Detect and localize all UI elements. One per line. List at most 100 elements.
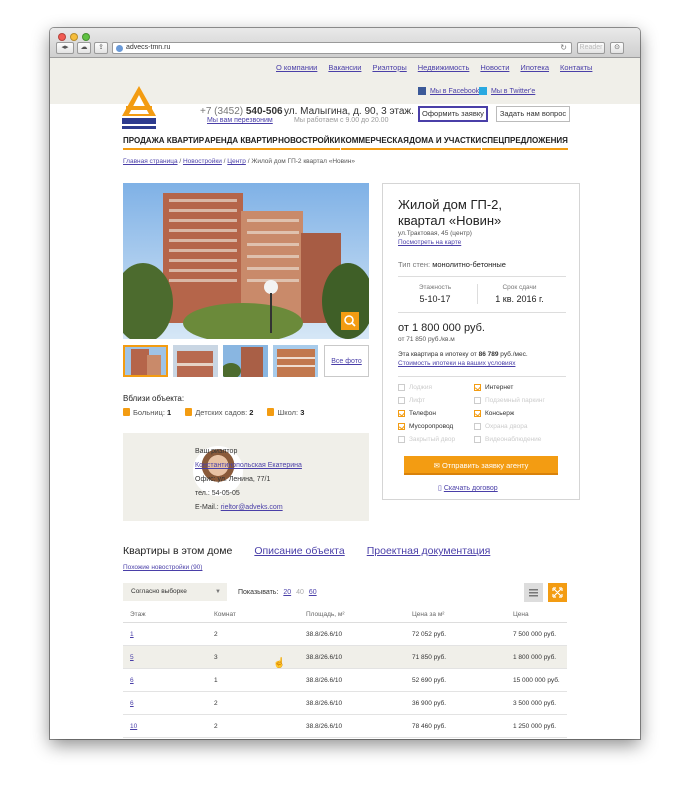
- table-row[interactable]: 6 1 38.8/26.6/10 52 690 руб. 15 000 000 …: [123, 669, 567, 692]
- twitter-icon: [479, 87, 487, 95]
- address-bar[interactable]: advecs-tmn.ru ↻: [112, 42, 572, 54]
- download-contract-link[interactable]: Скачать договор: [444, 485, 498, 492]
- realtor-heading: Ваш риэлтор: [195, 448, 238, 455]
- mortgage-calc-link[interactable]: Стоимость ипотеки на ваших условиях: [398, 360, 515, 367]
- col-floor[interactable]: Этаж: [123, 609, 214, 622]
- nav-realty-link[interactable]: Недвижимость: [418, 63, 470, 72]
- browser-toolbar: ◂▸ ☁ ⇪ advecs-tmn.ru ↻ Reader ⊙: [50, 28, 640, 58]
- realtor-email-link[interactable]: rieltor@adveks.com: [221, 504, 283, 511]
- nav-realtors-link[interactable]: Риэлторы: [372, 63, 406, 72]
- minimize-window-button[interactable]: [70, 33, 78, 41]
- price-cell: 1 250 000 руб.: [513, 722, 557, 730]
- main-building-photo[interactable]: [123, 183, 369, 339]
- table-row[interactable]: 5 3 38.8/26.6/10 71 850 руб. 1 800 000 р…: [123, 646, 567, 669]
- schools-label: Школ:: [277, 408, 299, 417]
- sort-select[interactable]: Согласно выборке ▼: [123, 583, 227, 601]
- mainnav-sale[interactable]: ПРОДАЖА КВАРТИР: [123, 136, 205, 150]
- reload-icon[interactable]: ↻: [560, 43, 567, 52]
- mainnav-special[interactable]: СПЕЦПРЕДЛОЖЕНИЯ: [481, 136, 568, 150]
- tab-description[interactable]: Описание объекта: [254, 545, 344, 557]
- nav-about-link[interactable]: О компании: [276, 63, 317, 72]
- walls-type: Тип стен: монолитно-бетонные: [398, 260, 506, 269]
- page-size-20[interactable]: 20: [283, 589, 291, 596]
- floor-link[interactable]: 10: [130, 723, 137, 730]
- twitter-label[interactable]: Мы в Twitter'e: [491, 88, 535, 95]
- tab-apartments[interactable]: Квартиры в этом доме: [123, 545, 232, 557]
- download-icon[interactable]: ⊙: [610, 42, 624, 54]
- cloud-icon[interactable]: ☁: [77, 42, 91, 54]
- page-size-60[interactable]: 60: [309, 589, 317, 596]
- rooms-cell: 2: [214, 630, 218, 638]
- nav-mortgage-link[interactable]: Ипотека: [520, 63, 549, 72]
- twitter-link[interactable]: Мы в Twitter'e: [479, 87, 535, 95]
- table-row[interactable]: 1 2 38.8/26.6/10 72 052 руб. 7 500 000 р…: [123, 623, 567, 646]
- similar-newbuilds-link[interactable]: Похожие новостройки (90): [123, 564, 202, 571]
- maximize-window-button[interactable]: [82, 33, 90, 41]
- nav-jobs-link[interactable]: Вакансии: [328, 63, 361, 72]
- reader-button[interactable]: Reader: [577, 42, 605, 54]
- feature-label: Видеонаблюдение: [485, 436, 542, 443]
- ask-question-button[interactable]: Задать нам вопрос: [496, 106, 570, 122]
- list-view-button[interactable]: [524, 583, 543, 602]
- grid-view-button[interactable]: [548, 583, 567, 602]
- floor-link[interactable]: 6: [130, 677, 134, 684]
- tab-docs[interactable]: Проектная документация: [367, 545, 491, 557]
- mainnav-newbuild[interactable]: НОВОСТРОЙКИ: [278, 136, 341, 150]
- thumbnail-3[interactable]: [223, 345, 268, 377]
- feature-elevator: Лифт: [398, 396, 474, 405]
- deadline-value: 1 кв. 2016 г.: [495, 294, 544, 304]
- zoom-photo-button[interactable]: [341, 312, 359, 330]
- checkbox-icon: [474, 436, 481, 443]
- breadcrumb-newbuild[interactable]: Новостройки: [183, 158, 222, 165]
- baby-bottle-icon: [185, 408, 193, 416]
- nearby-kindergartens: Детских садов: 2: [185, 408, 253, 417]
- price-m2-cell: 36 900 руб.: [412, 699, 447, 707]
- feature-parking: Подземный паркинг: [474, 396, 574, 405]
- thumbnail-4[interactable]: [273, 345, 318, 377]
- area-cell: 38.8/26.6/10: [306, 653, 343, 661]
- table-row[interactable]: 6 2 38.8/26.6/10 36 900 руб. 3 500 000 р…: [123, 692, 567, 715]
- checkbox-icon: [398, 436, 405, 443]
- col-price[interactable]: Цена: [513, 609, 567, 622]
- realtor-name-link[interactable]: Константинопольская Екатерина: [195, 462, 302, 469]
- table-row[interactable]: 10 2 38.8/26.6/10 78 460 руб. 1 250 000 …: [123, 715, 567, 738]
- back-forward-icon[interactable]: ◂▸: [56, 42, 74, 54]
- breadcrumb-home[interactable]: Главная страница: [123, 158, 178, 165]
- feature-label: Охрана двора: [485, 423, 528, 430]
- thumbnail-2[interactable]: [173, 345, 218, 377]
- facebook-link[interactable]: Мы в Facebook'e: [418, 87, 484, 95]
- floor-link[interactable]: 1: [130, 631, 134, 638]
- col-price-m2[interactable]: Цена за м²: [412, 609, 513, 622]
- order-request-button[interactable]: Оформить заявку: [418, 106, 488, 122]
- all-photos-link[interactable]: Все фото: [324, 345, 369, 377]
- page-size-40[interactable]: 40: [296, 589, 304, 596]
- nav-news-link[interactable]: Новости: [480, 63, 509, 72]
- floor-link[interactable]: 6: [130, 700, 134, 707]
- col-rooms[interactable]: Комнат: [214, 609, 306, 622]
- mortgage-text: Эта квартира в ипотеку от: [398, 351, 477, 358]
- show-on-map-link[interactable]: Посмотреть на карте: [398, 239, 461, 246]
- mainnav-rent[interactable]: АРЕНДА КВАРТИР: [204, 136, 278, 150]
- download-contract[interactable]: ▯ Скачать договор: [438, 484, 498, 492]
- mainnav-commercial[interactable]: КОММЕРЧЕСКАЯ: [340, 136, 409, 150]
- floor-link[interactable]: 5: [130, 654, 134, 661]
- facebook-label[interactable]: Мы в Facebook'e: [430, 88, 484, 95]
- callback-link[interactable]: Мы вам перезвоним: [207, 117, 273, 124]
- price-per-m2: от 71 850 руб./кв.м: [398, 336, 455, 343]
- thumbnail-1[interactable]: [123, 345, 168, 377]
- company-logo[interactable]: [122, 86, 156, 134]
- breadcrumb-center[interactable]: Центр: [227, 158, 246, 165]
- nav-contacts-link[interactable]: Контакты: [560, 63, 592, 72]
- price-cell: 1 800 000 руб.: [513, 653, 557, 661]
- feature-label: Мусоропровод: [409, 423, 454, 430]
- nearby-schools: Школ: 3: [267, 408, 304, 417]
- col-area[interactable]: Площадь, м²: [306, 609, 412, 622]
- send-request-button[interactable]: ✉ Отправить заявку агенту: [404, 456, 558, 475]
- close-window-button[interactable]: [58, 33, 66, 41]
- sort-select-value: Согласно выборке: [131, 588, 187, 595]
- share-icon[interactable]: ⇪: [94, 42, 108, 54]
- nearby-hospitals: Больниц: 1: [123, 408, 171, 417]
- expand-icon: [552, 587, 563, 598]
- mainnav-houses[interactable]: ДОМА И УЧАСТКИ: [409, 136, 482, 150]
- area-cell: 38.8/26.6/10: [306, 630, 343, 638]
